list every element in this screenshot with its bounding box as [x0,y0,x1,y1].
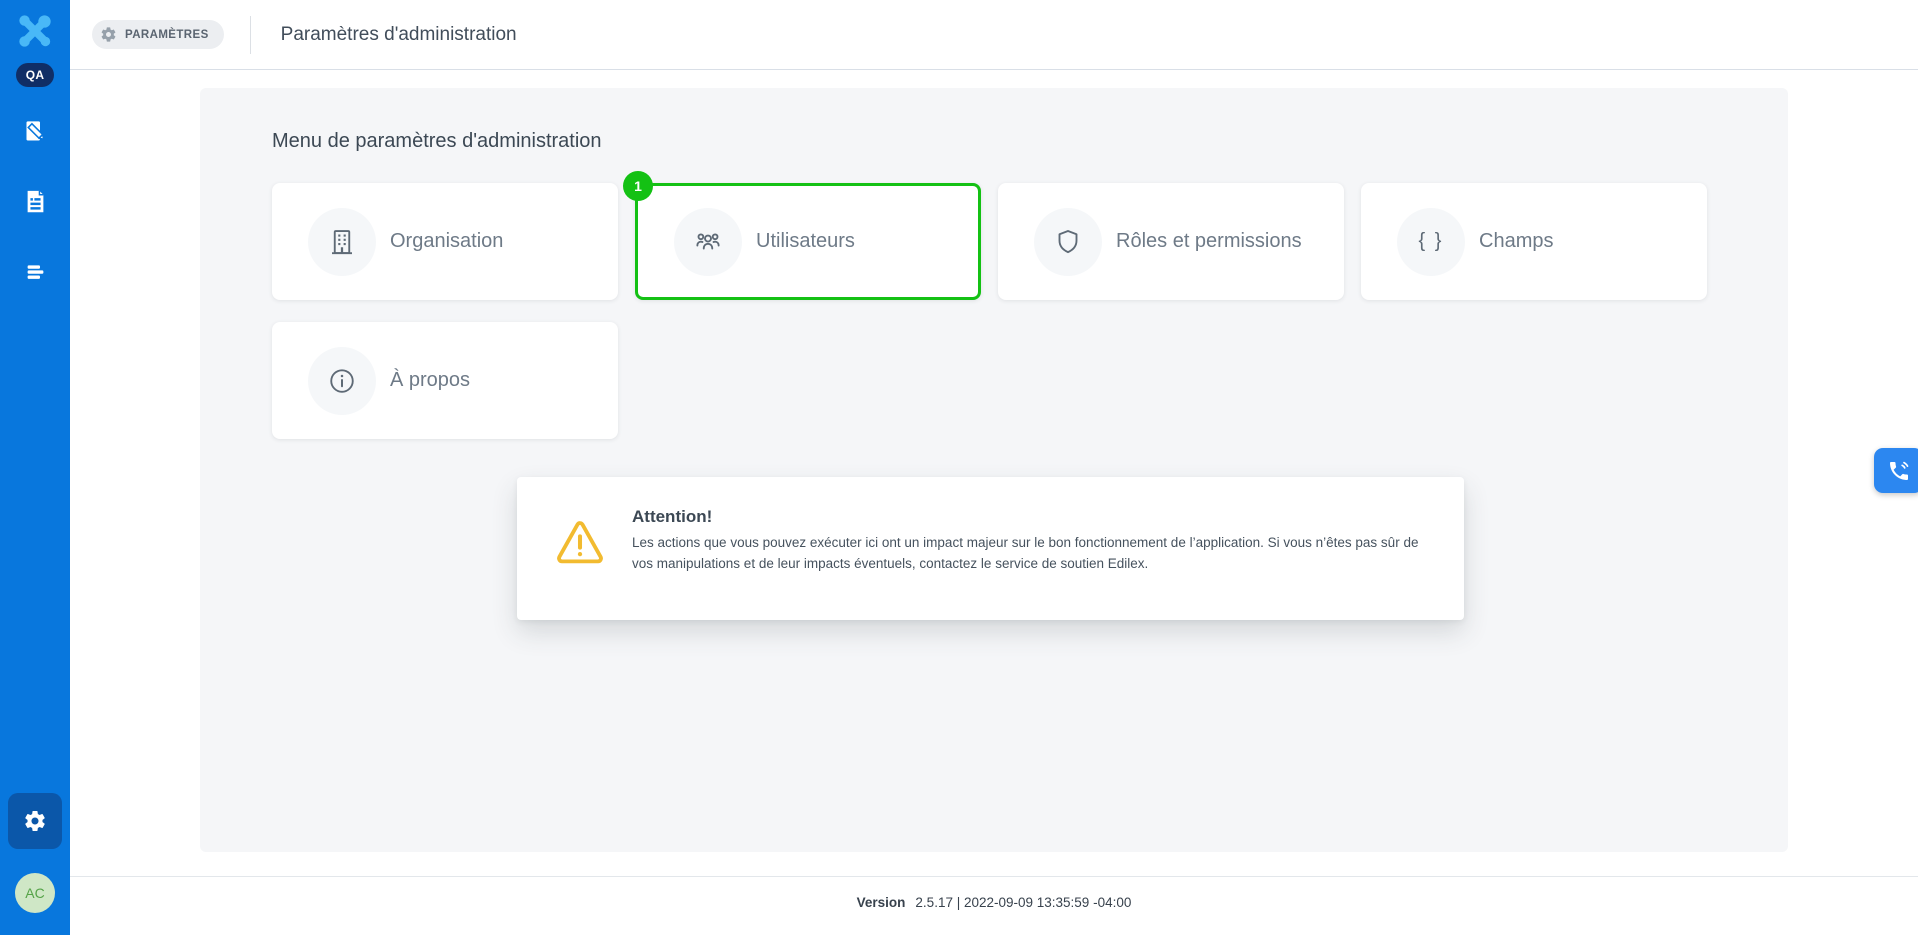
card-a-propos[interactable]: À propos [272,322,618,439]
card-organisation[interactable]: Organisation [272,183,618,300]
version-value: 2.5.17 | 2022-09-09 13:35:59 -04:00 [915,895,1131,910]
icon-circle [308,347,376,415]
warning-triangle-icon [553,515,607,569]
warning-title: Attention! [632,507,1432,527]
warning-banner: Attention! Les actions que vous pouvez e… [517,477,1464,620]
sidebar-nav [15,111,55,291]
version-label: Version [857,895,906,910]
settings-cards: Organisation 1 Utilisateurs Rôles et per… [272,183,1712,439]
sidebar: QA AC [0,0,70,935]
environment-badge: QA [16,63,55,87]
step-badge: 1 [623,171,653,201]
card-utilisateurs[interactable]: 1 Utilisateurs [635,183,981,300]
icon-circle: { } [1397,208,1465,276]
gear-icon [100,26,117,43]
sidebar-item-settings-active[interactable] [8,793,62,849]
list-bars-icon [22,258,49,285]
app-root: QA AC PARAMÈTRES Paramètres d'administra… [0,0,1918,935]
avatar[interactable]: AC [15,873,55,913]
sidebar-item-contracts[interactable] [15,111,55,151]
card-champs[interactable]: { } Champs [1361,183,1707,300]
card-label: Utilisateurs [756,230,855,253]
icon-circle [1034,208,1102,276]
panel-heading: Menu de paramètres d'administration [272,130,602,153]
gear-icon [23,809,47,833]
logo-x-icon [16,12,54,50]
page-title: Paramètres d'administration [281,24,517,46]
warning-body: Les actions que vous pouvez exécuter ici… [632,533,1432,575]
breadcrumb-label: PARAMÈTRES [125,29,209,41]
icon-circle [674,208,742,276]
edilex-logo-icon[interactable] [15,12,55,52]
sidebar-item-clauses[interactable] [15,251,55,291]
card-label: Rôles et permissions [1116,230,1302,253]
card-label: Champs [1479,230,1553,253]
icon-circle [308,208,376,276]
card-roles-permissions[interactable]: Rôles et permissions [998,183,1344,300]
building-icon [327,227,357,257]
breadcrumb[interactable]: PARAMÈTRES [92,20,224,49]
phone-icon [1887,459,1911,483]
warning-content: Attention! Les actions que vous pouvez e… [632,507,1432,575]
contract-edit-icon [22,118,49,145]
top-header: PARAMÈTRES Paramètres d'administration [70,0,1918,70]
braces-icon: { } [1419,230,1444,253]
version-footer: Version 2.5.17 | 2022-09-09 13:35:59 -04… [70,876,1918,935]
call-widget-button[interactable] [1874,448,1918,493]
card-label: À propos [390,369,470,392]
card-label: Organisation [390,230,503,253]
sidebar-item-documents[interactable] [15,181,55,221]
info-icon [327,366,357,396]
settings-panel: Menu de paramètres d'administration Orga… [200,88,1788,852]
document-lines-icon [22,188,49,215]
shield-icon [1053,227,1083,257]
users-icon [693,227,723,257]
header-divider [250,16,251,54]
